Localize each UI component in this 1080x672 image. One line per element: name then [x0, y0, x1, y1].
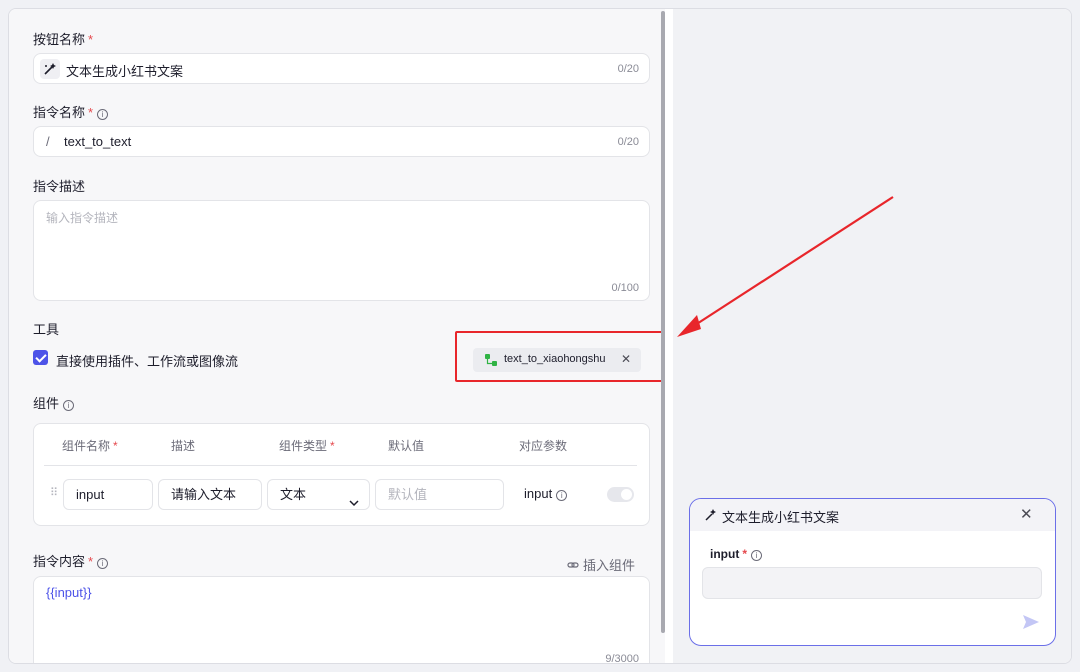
info-icon: i [751, 550, 762, 561]
close-icon[interactable]: ✕ [1020, 505, 1033, 523]
magic-wand-icon [704, 508, 718, 525]
dialog-field-label: input * i [710, 547, 762, 561]
send-icon[interactable] [1022, 614, 1040, 633]
dialog-input[interactable] [702, 567, 1042, 599]
dialog-title: 文本生成小红书文案 [722, 510, 840, 525]
command-preview-dialog: 文本生成小红书文案 ✕ input * i [689, 498, 1056, 646]
dialog-header: 文本生成小红书文案 ✕ [690, 499, 1055, 531]
main-frame: 按钮名称 * 文本生成小红书文案 0/20 指令名称 * i / text_to_te… [8, 8, 1072, 664]
